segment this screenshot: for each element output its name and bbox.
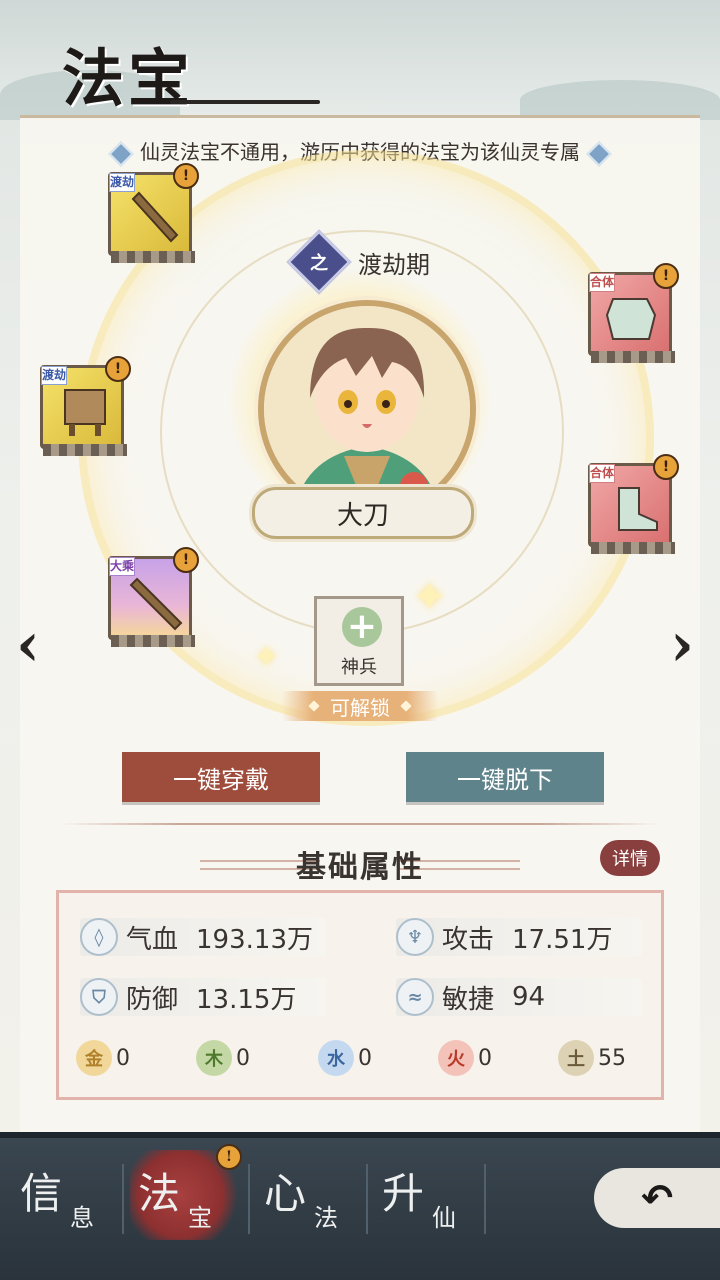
stat-value: 13.15万 [196, 984, 297, 1015]
character-name-plate: 大刀 [252, 487, 474, 539]
spear-icon [129, 577, 183, 631]
diamond-icon [586, 140, 612, 167]
sparkle-icon: ✦ [412, 572, 448, 621]
tab-label: 法 [138, 1169, 181, 1218]
element-earth: 土 55 [558, 1040, 626, 1076]
realm-label: 渡劫期 [358, 250, 430, 279]
shield-icon: ⛉ [80, 978, 118, 1016]
slot-progress [111, 635, 195, 647]
page-title: 法宝 [62, 42, 195, 115]
tab-separator [248, 1164, 250, 1234]
tab-sublabel: 仙 [432, 1204, 456, 1232]
stat-name: 气血 [126, 924, 179, 955]
alert-icon: ! [216, 1144, 242, 1170]
equipment-slot-cauldron[interactable]: 渡劫 ! [40, 356, 131, 456]
back-button[interactable]: ↶ [594, 1168, 720, 1228]
prev-character-arrow-icon[interactable]: ‹ [16, 610, 40, 680]
remove-all-button[interactable]: 一键脱下 [406, 752, 604, 802]
stat-defense: ⛉ 防御 13.15万 [80, 978, 326, 1016]
dot-icon [308, 700, 320, 712]
dot-icon [400, 700, 412, 712]
alert-icon: ! [653, 454, 679, 480]
tab-sublabel: 法 [314, 1204, 338, 1232]
element-metal: 金 0 [76, 1040, 130, 1076]
stat-hp: ◊ 气血 193.13万 [80, 918, 326, 956]
earth-element-icon: 土 [558, 1040, 594, 1076]
tab-ascend[interactable]: 升 仙 [374, 1150, 486, 1240]
sword-icon [131, 191, 179, 243]
unlock-label: 可解锁 [330, 695, 390, 720]
divine-weapon-label: 神兵 [341, 657, 377, 678]
slot-progress [591, 542, 675, 554]
cauldron-icon [64, 389, 106, 436]
tab-treasure[interactable]: 法 宝 ! [130, 1144, 242, 1240]
tab-info[interactable]: 信 息 [12, 1150, 124, 1240]
element-wood: 木 0 [196, 1040, 250, 1076]
tab-separator [122, 1164, 124, 1234]
stat-name: 敏捷 [442, 984, 495, 1015]
element-water: 水 0 [318, 1040, 372, 1076]
wear-all-button[interactable]: 一键穿戴 [122, 752, 320, 802]
stat-value: 17.51万 [512, 924, 613, 955]
equipment-slot-sword[interactable]: 渡劫 ! [108, 163, 199, 263]
tab-sublabel: 息 [70, 1204, 94, 1232]
metal-element-icon: 金 [76, 1040, 112, 1076]
character-name: 大刀 [336, 500, 389, 531]
back-arrow-icon: ↶ [641, 1176, 673, 1220]
details-button[interactable]: 详情 [600, 840, 660, 876]
equipment-slot-armor[interactable]: 合体 ! [588, 263, 679, 363]
element-value: 0 [116, 1045, 130, 1071]
wing-icon: ≈ [396, 978, 434, 1016]
slot-progress [111, 251, 195, 263]
stat-value: 193.13万 [196, 924, 313, 955]
plus-icon: + [342, 607, 382, 647]
tab-sublabel: 宝 [188, 1204, 212, 1232]
diamond-icon [108, 140, 134, 167]
section-divider [60, 823, 660, 825]
slot-progress [591, 351, 675, 363]
realm-badge: 之 渡劫期 [286, 229, 430, 295]
attack-icon: ♆ [396, 918, 434, 956]
element-value: 55 [598, 1045, 626, 1071]
slot-progress [43, 444, 127, 456]
stat-name: 防御 [126, 984, 179, 1015]
alert-icon: ! [105, 356, 131, 382]
equipment-slot-spear[interactable]: 大乘 ! [108, 547, 199, 647]
blood-drop-icon: ◊ [80, 918, 118, 956]
sparkle-icon: ✦ [254, 640, 280, 675]
element-value: 0 [358, 1045, 372, 1071]
alert-icon: ! [653, 263, 679, 289]
next-character-arrow-icon[interactable]: › [670, 610, 694, 680]
tab-label: 信 [20, 1169, 63, 1218]
element-value: 0 [478, 1045, 492, 1071]
element-fire: 火 0 [438, 1040, 492, 1076]
tab-label: 心 [264, 1169, 307, 1218]
tab-separator [484, 1164, 486, 1234]
fire-element-icon: 火 [438, 1040, 474, 1076]
character-avatar-icon [264, 306, 470, 512]
alert-icon: ! [173, 547, 199, 573]
alert-icon: ! [173, 163, 199, 189]
stat-agility: ≈ 敏捷 94 [396, 978, 642, 1016]
title-underline [170, 100, 320, 104]
stat-attack: ♆ 攻击 17.51万 [396, 918, 642, 956]
tab-mind-method[interactable]: 心 法 [256, 1150, 368, 1240]
equipment-slot-boots[interactable]: 合体 ! [588, 454, 679, 554]
unlock-banner[interactable]: 可解锁 [282, 691, 438, 721]
armor-icon [605, 298, 657, 340]
divine-weapon-slot[interactable]: + 神兵 [314, 596, 404, 686]
character-portrait[interactable] [258, 300, 476, 518]
stat-name: 攻击 [442, 924, 495, 955]
tab-separator [366, 1164, 368, 1234]
element-value: 0 [236, 1045, 250, 1071]
tab-label: 升 [382, 1169, 425, 1218]
stat-value: 94 [512, 982, 546, 1012]
wood-element-icon: 木 [196, 1040, 232, 1076]
water-element-icon: 水 [318, 1040, 354, 1076]
boots-icon [618, 487, 658, 531]
